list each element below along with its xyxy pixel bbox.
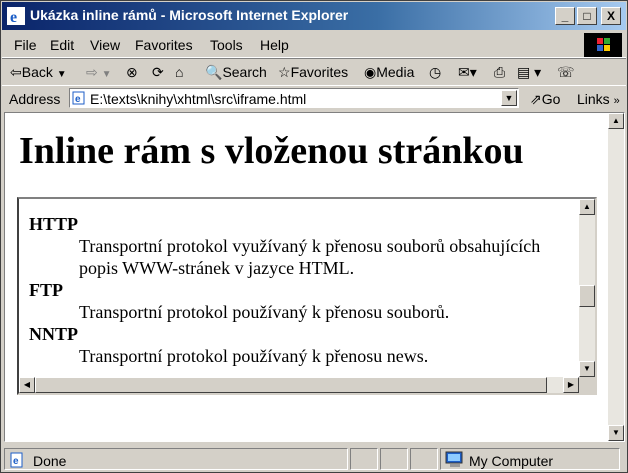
chevron-right-icon: » [613, 95, 620, 107]
print-icon[interactable]: ⎙ [494, 64, 505, 81]
page-title: Inline rám s vloženou stránkou [19, 130, 524, 172]
scroll-left-icon[interactable]: ◀ [19, 377, 35, 393]
status-bar: e Done My Computer [2, 446, 626, 472]
term-ftp: FTP [29, 280, 63, 300]
stop-icon[interactable]: ⊗ [126, 64, 138, 81]
window-title: Ukázka inline rámů - Microsoft Internet … [30, 7, 349, 23]
links-label: Links [577, 91, 610, 107]
address-dropdown-icon[interactable]: ▼ [501, 90, 517, 106]
status-text: Done [33, 453, 67, 469]
browser-window: e Ukázka inline rámů - Microsoft Interne… [0, 0, 628, 473]
links-button[interactable]: Links » [577, 91, 620, 107]
title-bar[interactable]: e Ukázka inline rámů - Microsoft Interne… [2, 2, 626, 30]
scroll-down-icon[interactable]: ▼ [579, 361, 595, 377]
menu-view[interactable]: View [90, 37, 120, 53]
iframe-vertical-scrollbar[interactable]: ▲ ▼ [579, 199, 595, 377]
iframe-content: HTTP Transportní protokol využívaný k př… [19, 199, 579, 377]
desc-http-line1: Transportní protokol využívaný k přenosu… [79, 236, 541, 256]
svg-text:e: e [13, 456, 19, 467]
favorites-label: Favorites [290, 64, 349, 80]
iframe-vscroll-thumb[interactable] [579, 285, 595, 307]
page-icon: e [72, 91, 85, 105]
desc-http-line2: popis WWW-stránek v jazyce HTML. [79, 258, 355, 278]
search-button[interactable]: 🔍Search [205, 64, 267, 81]
status-panel-3 [380, 448, 408, 470]
media-label: Media [376, 64, 415, 80]
page-scroll-down-icon[interactable]: ▼ [608, 425, 624, 441]
back-arrow-icon: ⇦ [10, 64, 22, 80]
back-label: Back [21, 64, 53, 80]
menu-bar: File Edit View Favorites Tools Help [2, 31, 626, 58]
svg-text:e: e [75, 94, 81, 105]
menu-help[interactable]: Help [260, 37, 289, 53]
edit-icon[interactable]: ▤ ▾ [517, 64, 541, 81]
definition-list: HTTP Transportní protokol využívaný k př… [29, 213, 579, 367]
inline-frame[interactable]: HTTP Transportní protokol využívaný k př… [17, 197, 597, 395]
mail-icon[interactable]: ✉▾ [458, 64, 477, 81]
home-icon[interactable]: ⌂ [175, 64, 183, 80]
maximize-button[interactable]: □ [577, 7, 597, 25]
forward-button[interactable]: ⇨ ▼ [86, 64, 112, 81]
status-panel-2 [350, 448, 378, 470]
standard-toolbar: ⇦Back ▼ ⇨ ▼ ⊗ ⟳ ⌂ 🔍Search ☆Favorites ◉Me… [2, 58, 626, 86]
page-viewport: Inline rám s vloženou stránkou HTTP Tran… [4, 112, 625, 442]
scrollbar-corner [579, 377, 595, 393]
search-icon: 🔍 [205, 64, 223, 80]
page-vertical-scrollbar[interactable]: ▲ ▼ [608, 113, 624, 441]
go-button[interactable]: ⇗Go [530, 91, 560, 108]
computer-icon [445, 451, 463, 467]
svg-text:e: e [10, 9, 17, 25]
desc-ftp: Transportní protokol používaný k přenosu… [79, 302, 450, 322]
status-zone-panel: My Computer [440, 448, 620, 470]
address-label: Address [9, 91, 61, 107]
messenger-icon[interactable]: ☏ [557, 64, 575, 81]
media-button[interactable]: ◉Media [364, 64, 414, 81]
page-scroll-up-icon[interactable]: ▲ [608, 113, 624, 129]
term-nntp: NNTP [29, 324, 78, 344]
windows-logo-icon [584, 33, 622, 57]
go-label: Go [541, 91, 561, 107]
menu-edit[interactable]: Edit [50, 37, 74, 53]
refresh-icon[interactable]: ⟳ [152, 64, 164, 81]
status-zone: My Computer [469, 453, 554, 469]
status-main-panel: e Done [4, 448, 348, 470]
page-done-icon: e [10, 452, 23, 468]
address-url: E:\texts\knihy\xhtml\src\iframe.html [90, 91, 307, 107]
iframe-horizontal-scrollbar[interactable]: ◀ ▶ [19, 377, 579, 393]
history-icon[interactable]: ◷ [429, 64, 441, 81]
media-icon: ◉ [364, 64, 377, 80]
scroll-up-icon[interactable]: ▲ [579, 199, 595, 215]
go-arrow-icon: ⇗ [530, 91, 542, 107]
favorites-icon: ☆ [278, 64, 291, 80]
search-label: Search [222, 64, 267, 80]
address-input[interactable]: e E:\texts\knihy\xhtml\src\iframe.html ▼ [69, 88, 519, 108]
page-content: Inline rám s vloženou stránkou HTTP Tran… [5, 113, 608, 441]
term-http: HTTP [29, 214, 79, 234]
minimize-button[interactable]: _ [555, 7, 575, 25]
internet-explorer-icon: e [7, 7, 25, 25]
menu-favorites[interactable]: Favorites [135, 37, 193, 53]
close-button[interactable]: X [601, 7, 621, 25]
menu-file[interactable]: File [14, 37, 37, 53]
status-panel-4 [410, 448, 438, 470]
back-button[interactable]: ⇦Back ▼ [10, 64, 67, 81]
scroll-right-icon[interactable]: ▶ [563, 377, 579, 393]
address-bar: Address e E:\texts\knihy\xhtml\src\ifram… [2, 85, 626, 112]
dropdown-arrow-icon: ▼ [56, 69, 67, 80]
menu-tools[interactable]: Tools [210, 37, 243, 53]
iframe-hscroll-thumb[interactable] [35, 377, 547, 393]
favorites-button[interactable]: ☆Favorites [278, 64, 348, 81]
desc-nntp: Transportní protokol používaný k přenosu… [79, 346, 429, 366]
